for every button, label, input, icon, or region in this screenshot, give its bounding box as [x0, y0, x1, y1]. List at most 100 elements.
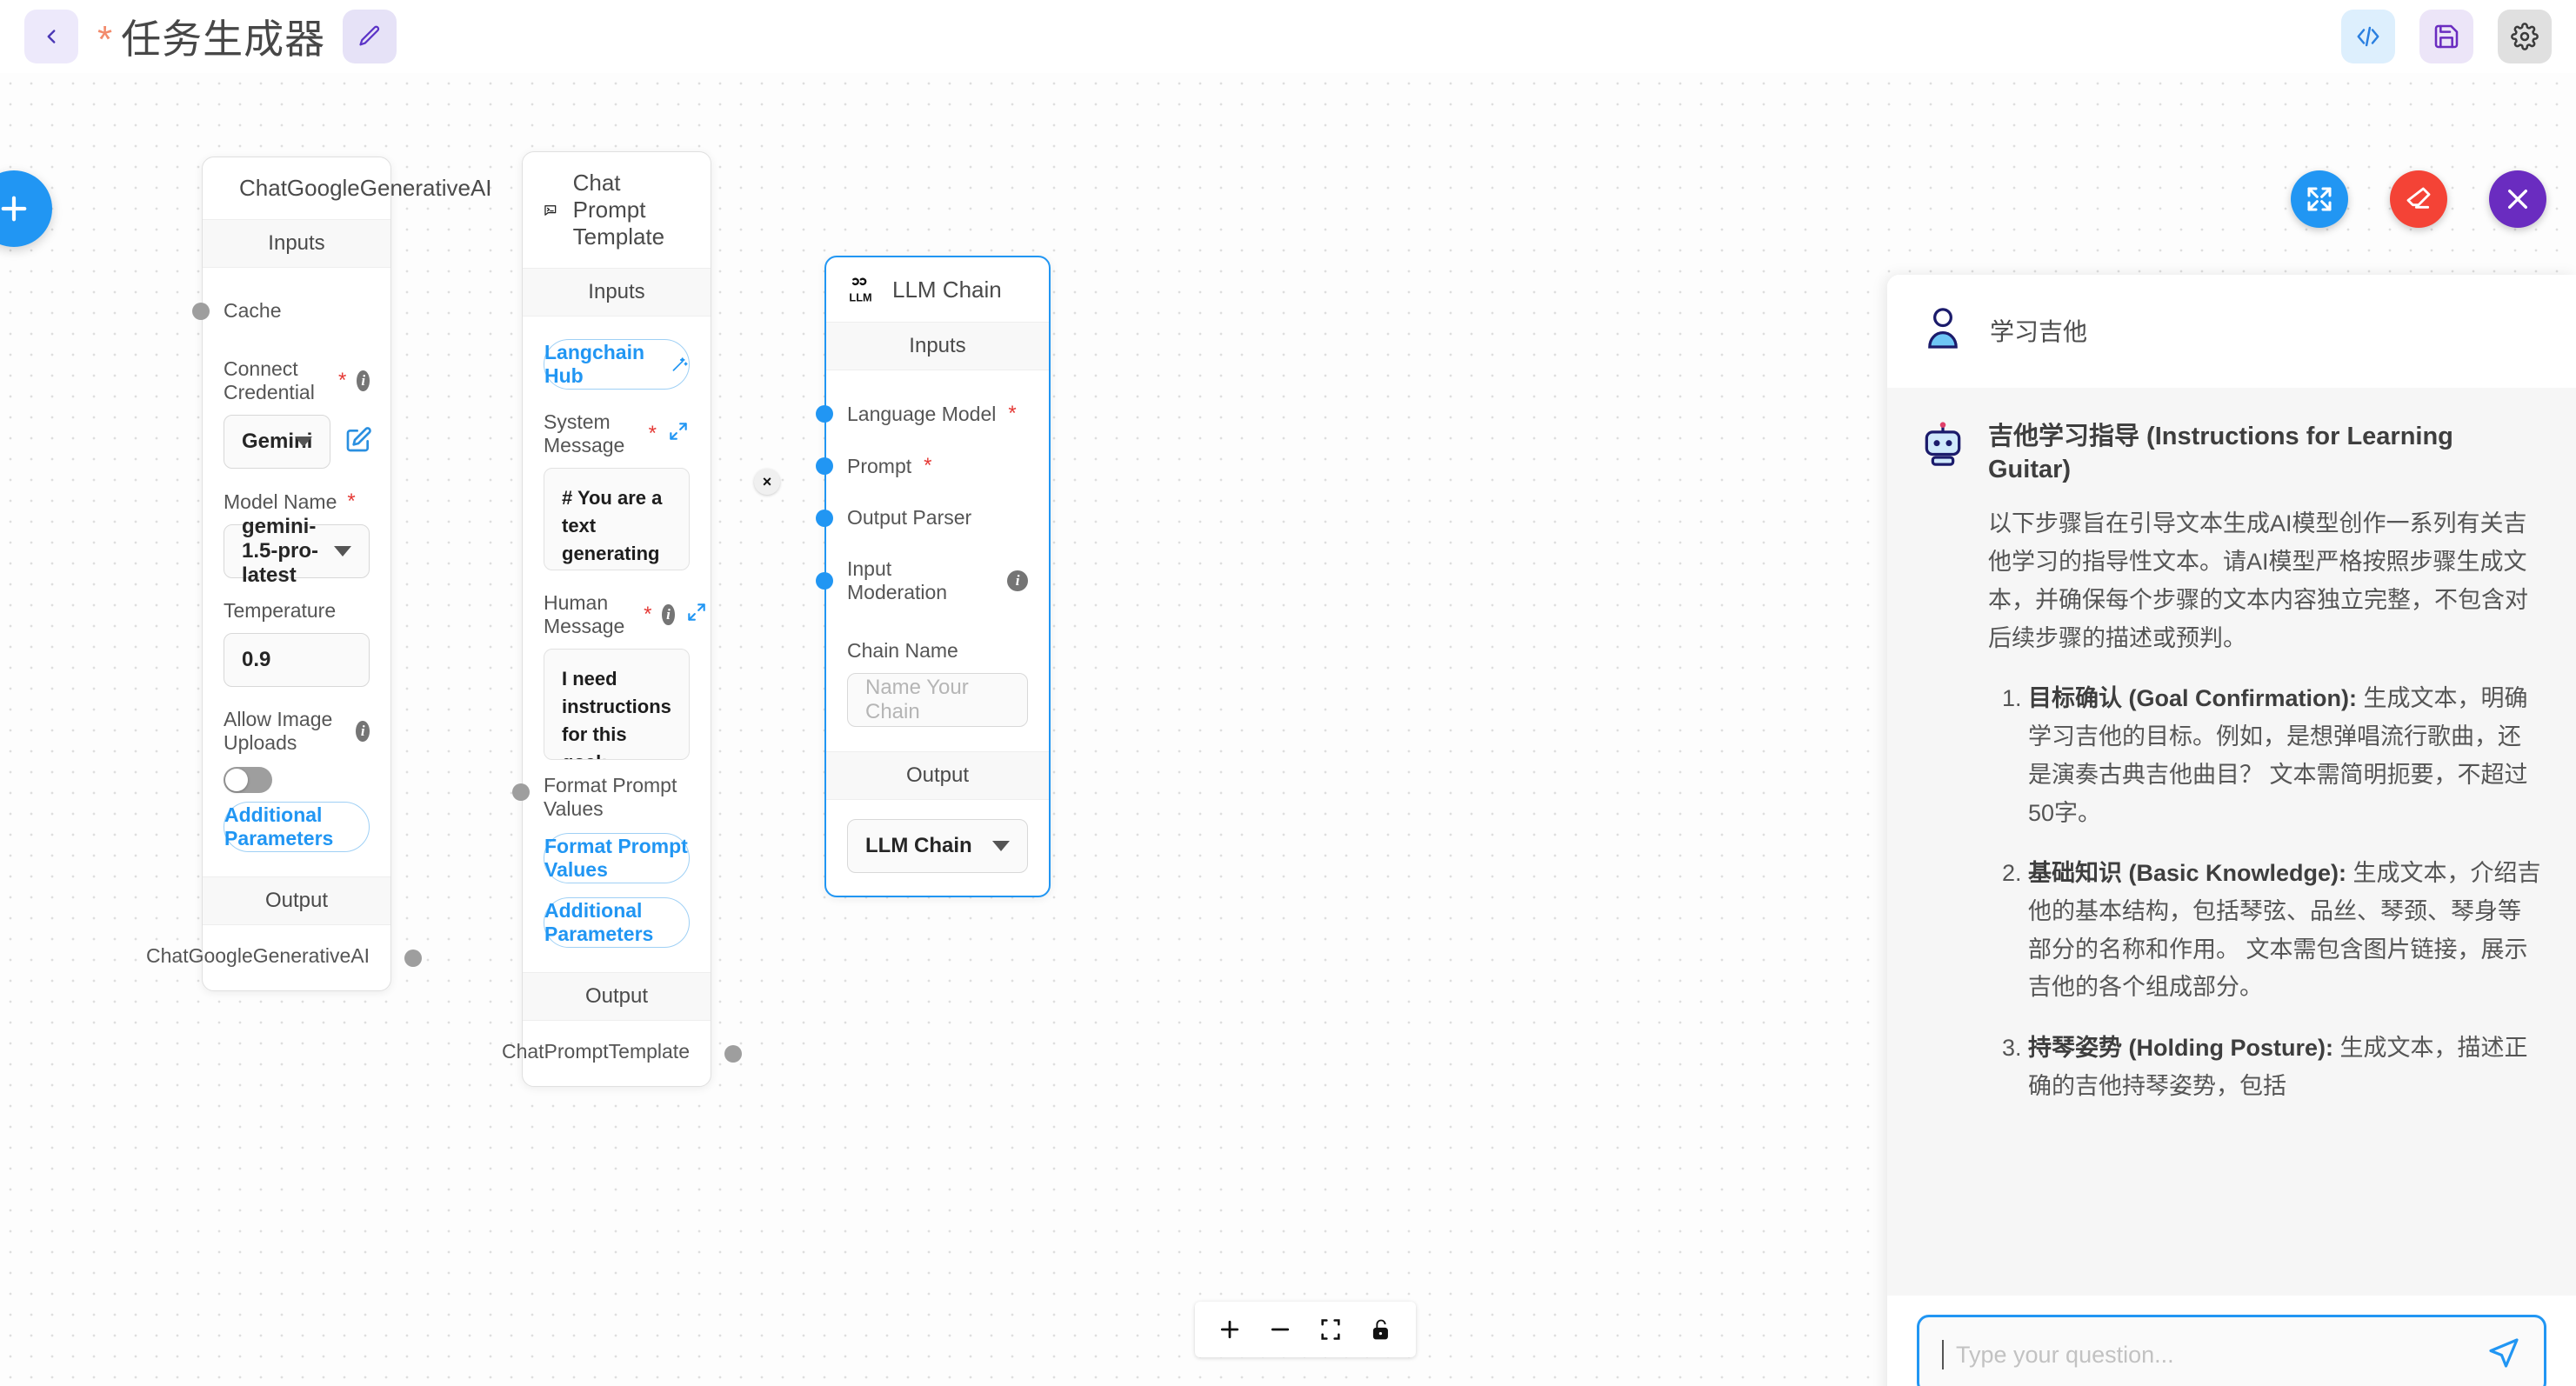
step-heading: 目标确认 (Goal Confirmation):: [2028, 685, 2357, 712]
expand-arrows-icon: [2307, 187, 2332, 211]
close-icon: [2508, 190, 2527, 209]
terminal-chat-icon: [544, 204, 557, 216]
output-row-chatgooglegenerativeai: ChatGoogleGenerativeAI: [146, 925, 422, 990]
chat-bot-intro: 以下步骤旨在引导文本生成AI模型创作一系列有关吉他学习的指导性文本。请AI模型严…: [1988, 510, 2528, 651]
port-format-prompt-values[interactable]: Format Prompt Values: [512, 760, 690, 824]
port-cache[interactable]: Cache: [192, 285, 370, 337]
port-output-parser[interactable]: Output Parser: [816, 492, 1028, 543]
port-language-model[interactable]: Language Model *: [816, 388, 1028, 440]
system-message-textarea[interactable]: # You are a text generating AI's instruc…: [544, 468, 690, 570]
format-prompt-values-caption: Format Prompt Values: [544, 774, 677, 820]
model-name-select[interactable]: gemini-1.5-pro-latest: [224, 515, 370, 587]
node-body: Langchain Hub System Message * # You are…: [512, 317, 711, 956]
chain-output-select[interactable]: LLM Chain: [847, 819, 1028, 873]
human-message-label: Human Message * i: [544, 591, 705, 638]
info-icon[interactable]: i: [356, 721, 370, 742]
node-llm-chain[interactable]: LLM LLM Chain Inputs Language Model * Pr…: [816, 256, 1051, 897]
port-dot-cache[interactable]: [192, 302, 210, 320]
system-message-label: System Message *: [544, 410, 690, 457]
unlock-icon: [1372, 1319, 1388, 1340]
info-icon[interactable]: i: [357, 370, 370, 391]
robot-avatar-icon: [1925, 422, 1961, 466]
credential-row: Gemini: [224, 415, 372, 469]
inputs-section-label: Inputs: [826, 322, 1049, 370]
chat-bot-content: 吉他学习指导 (Instructions for Learning Guitar…: [1988, 421, 2541, 1269]
list-item: 基础知识 (Basic Knowledge): 生成文本，介绍吉他的基本结构，包…: [2028, 855, 2541, 1007]
node-body: Cache Connect Credential * i Gemini Mode…: [192, 268, 390, 861]
chevron-down-icon: [295, 436, 313, 447]
edit-title-button[interactable]: [343, 10, 397, 63]
list-item: 目标确认 (Goal Confirmation): 生成文本，明确学习吉他的目标…: [2028, 680, 2541, 832]
fit-view-icon: [1321, 1319, 1340, 1340]
credential-select[interactable]: Gemini: [224, 415, 331, 469]
fit-view-button[interactable]: [1311, 1310, 1350, 1349]
magic-wand-icon: [673, 357, 689, 371]
port-dot-output-parser[interactable]: [816, 509, 833, 527]
port-dot-language-model[interactable]: [816, 405, 833, 423]
step-heading: 持琴姿势 (Holding Posture):: [2028, 1035, 2333, 1062]
node-header: ChatGoogleGenerativeAI: [203, 157, 492, 219]
settings-button[interactable]: [2498, 10, 2552, 63]
node-title: Chat Prompt Template: [572, 170, 665, 250]
toggle-knob: [225, 769, 248, 791]
format-prompt-values-button[interactable]: Format Prompt Values: [544, 833, 690, 883]
close-chat-button[interactable]: [2489, 170, 2546, 228]
info-icon[interactable]: i: [662, 604, 675, 625]
send-button[interactable]: [2486, 1336, 2521, 1375]
chain-name-label: Chain Name: [847, 639, 958, 662]
lock-canvas-button[interactable]: [1362, 1310, 1400, 1349]
svg-text:LLM: LLM: [849, 290, 871, 303]
node-chat-prompt-template[interactable]: Chat Prompt Template Inputs Langchain Hu…: [502, 151, 742, 1087]
expand-chat-button[interactable]: [2291, 170, 2348, 228]
node-header: Chat Prompt Template: [523, 152, 711, 268]
allow-image-uploads-toggle[interactable]: [224, 767, 272, 793]
human-message-textarea[interactable]: I need instructions for this goal: {goal…: [544, 649, 690, 760]
api-code-button[interactable]: [2341, 10, 2395, 63]
chat-bot-title: 吉他学习指导 (Instructions for Learning Guitar…: [1988, 423, 2453, 483]
additional-parameters-button[interactable]: Additional Parameters: [544, 897, 690, 948]
required-star: *: [338, 369, 347, 392]
app-root: * 任务生成器 × ChatGoogleGenerativeAI Inputs …: [0, 0, 2576, 1386]
back-button[interactable]: [24, 10, 78, 63]
port-label-language-model: Language Model: [847, 402, 997, 425]
clear-chat-button[interactable]: [2390, 170, 2447, 228]
code-icon: [2357, 26, 2379, 47]
zoom-in-button[interactable]: [1211, 1310, 1249, 1349]
port-input-moderation[interactable]: Input Moderation i: [816, 543, 1028, 618]
system-label-left: System Message *: [544, 410, 657, 457]
node-title: LLM Chain: [892, 276, 1002, 303]
add-node-button[interactable]: [0, 170, 52, 247]
expand-human-message-button[interactable]: [685, 601, 708, 629]
port-dot-prompt[interactable]: [816, 457, 833, 475]
expand-system-message-button[interactable]: [667, 420, 690, 448]
info-icon[interactable]: i: [1007, 570, 1028, 591]
langchain-hub-label: Langchain Hub: [544, 341, 645, 387]
additional-parameters-button[interactable]: Additional Parameters: [224, 802, 370, 852]
port-label-prompt: Prompt: [847, 454, 912, 477]
port-dot-format-prompt-values[interactable]: [512, 783, 530, 801]
langchain-hub-button[interactable]: Langchain Hub: [544, 339, 690, 390]
flow-canvas[interactable]: × ChatGoogleGenerativeAI Inputs Cache Co…: [0, 73, 2576, 1386]
human-label-text: Human Message: [544, 591, 625, 637]
port-dot-output[interactable]: [404, 949, 422, 967]
chat-user-message-row: 学习吉他: [1887, 275, 2576, 388]
human-label-left: Human Message * i: [544, 591, 675, 638]
human-message-line-1: I need instructions for this goal:: [562, 668, 671, 759]
node-chatgooglegenerativeai[interactable]: ChatGoogleGenerativeAI Inputs Cache Conn…: [146, 157, 492, 991]
edit-credential-button[interactable]: [344, 426, 372, 458]
output-label: ChatPromptTemplate: [501, 1040, 690, 1063]
inputs-section-label: Inputs: [203, 219, 390, 268]
list-item: 持琴姿势 (Holding Posture): 生成文本，描述正确的吉他持琴姿势…: [2028, 1030, 2541, 1105]
temperature-input[interactable]: 0.9: [224, 633, 370, 687]
chain-name-input[interactable]: Name Your Chain: [847, 673, 1028, 727]
chat-panel: 学习吉他 吉他学习指导 (Instructions for Learning G…: [1887, 275, 2576, 1386]
chat-bot-steps-list: 目标确认 (Goal Confirmation): 生成文本，明确学习吉他的目标…: [1988, 680, 2541, 1105]
port-prompt[interactable]: Prompt *: [816, 440, 1028, 492]
zoom-out-button[interactable]: [1261, 1310, 1299, 1349]
port-dot-input-moderation[interactable]: [816, 572, 833, 590]
edge-delete-button[interactable]: ×: [754, 469, 780, 495]
chat-input-box[interactable]: Type your question...: [1917, 1315, 2546, 1386]
save-button[interactable]: [2419, 10, 2473, 63]
port-dot-output[interactable]: [724, 1044, 742, 1063]
chevron-down-icon: [334, 546, 351, 556]
